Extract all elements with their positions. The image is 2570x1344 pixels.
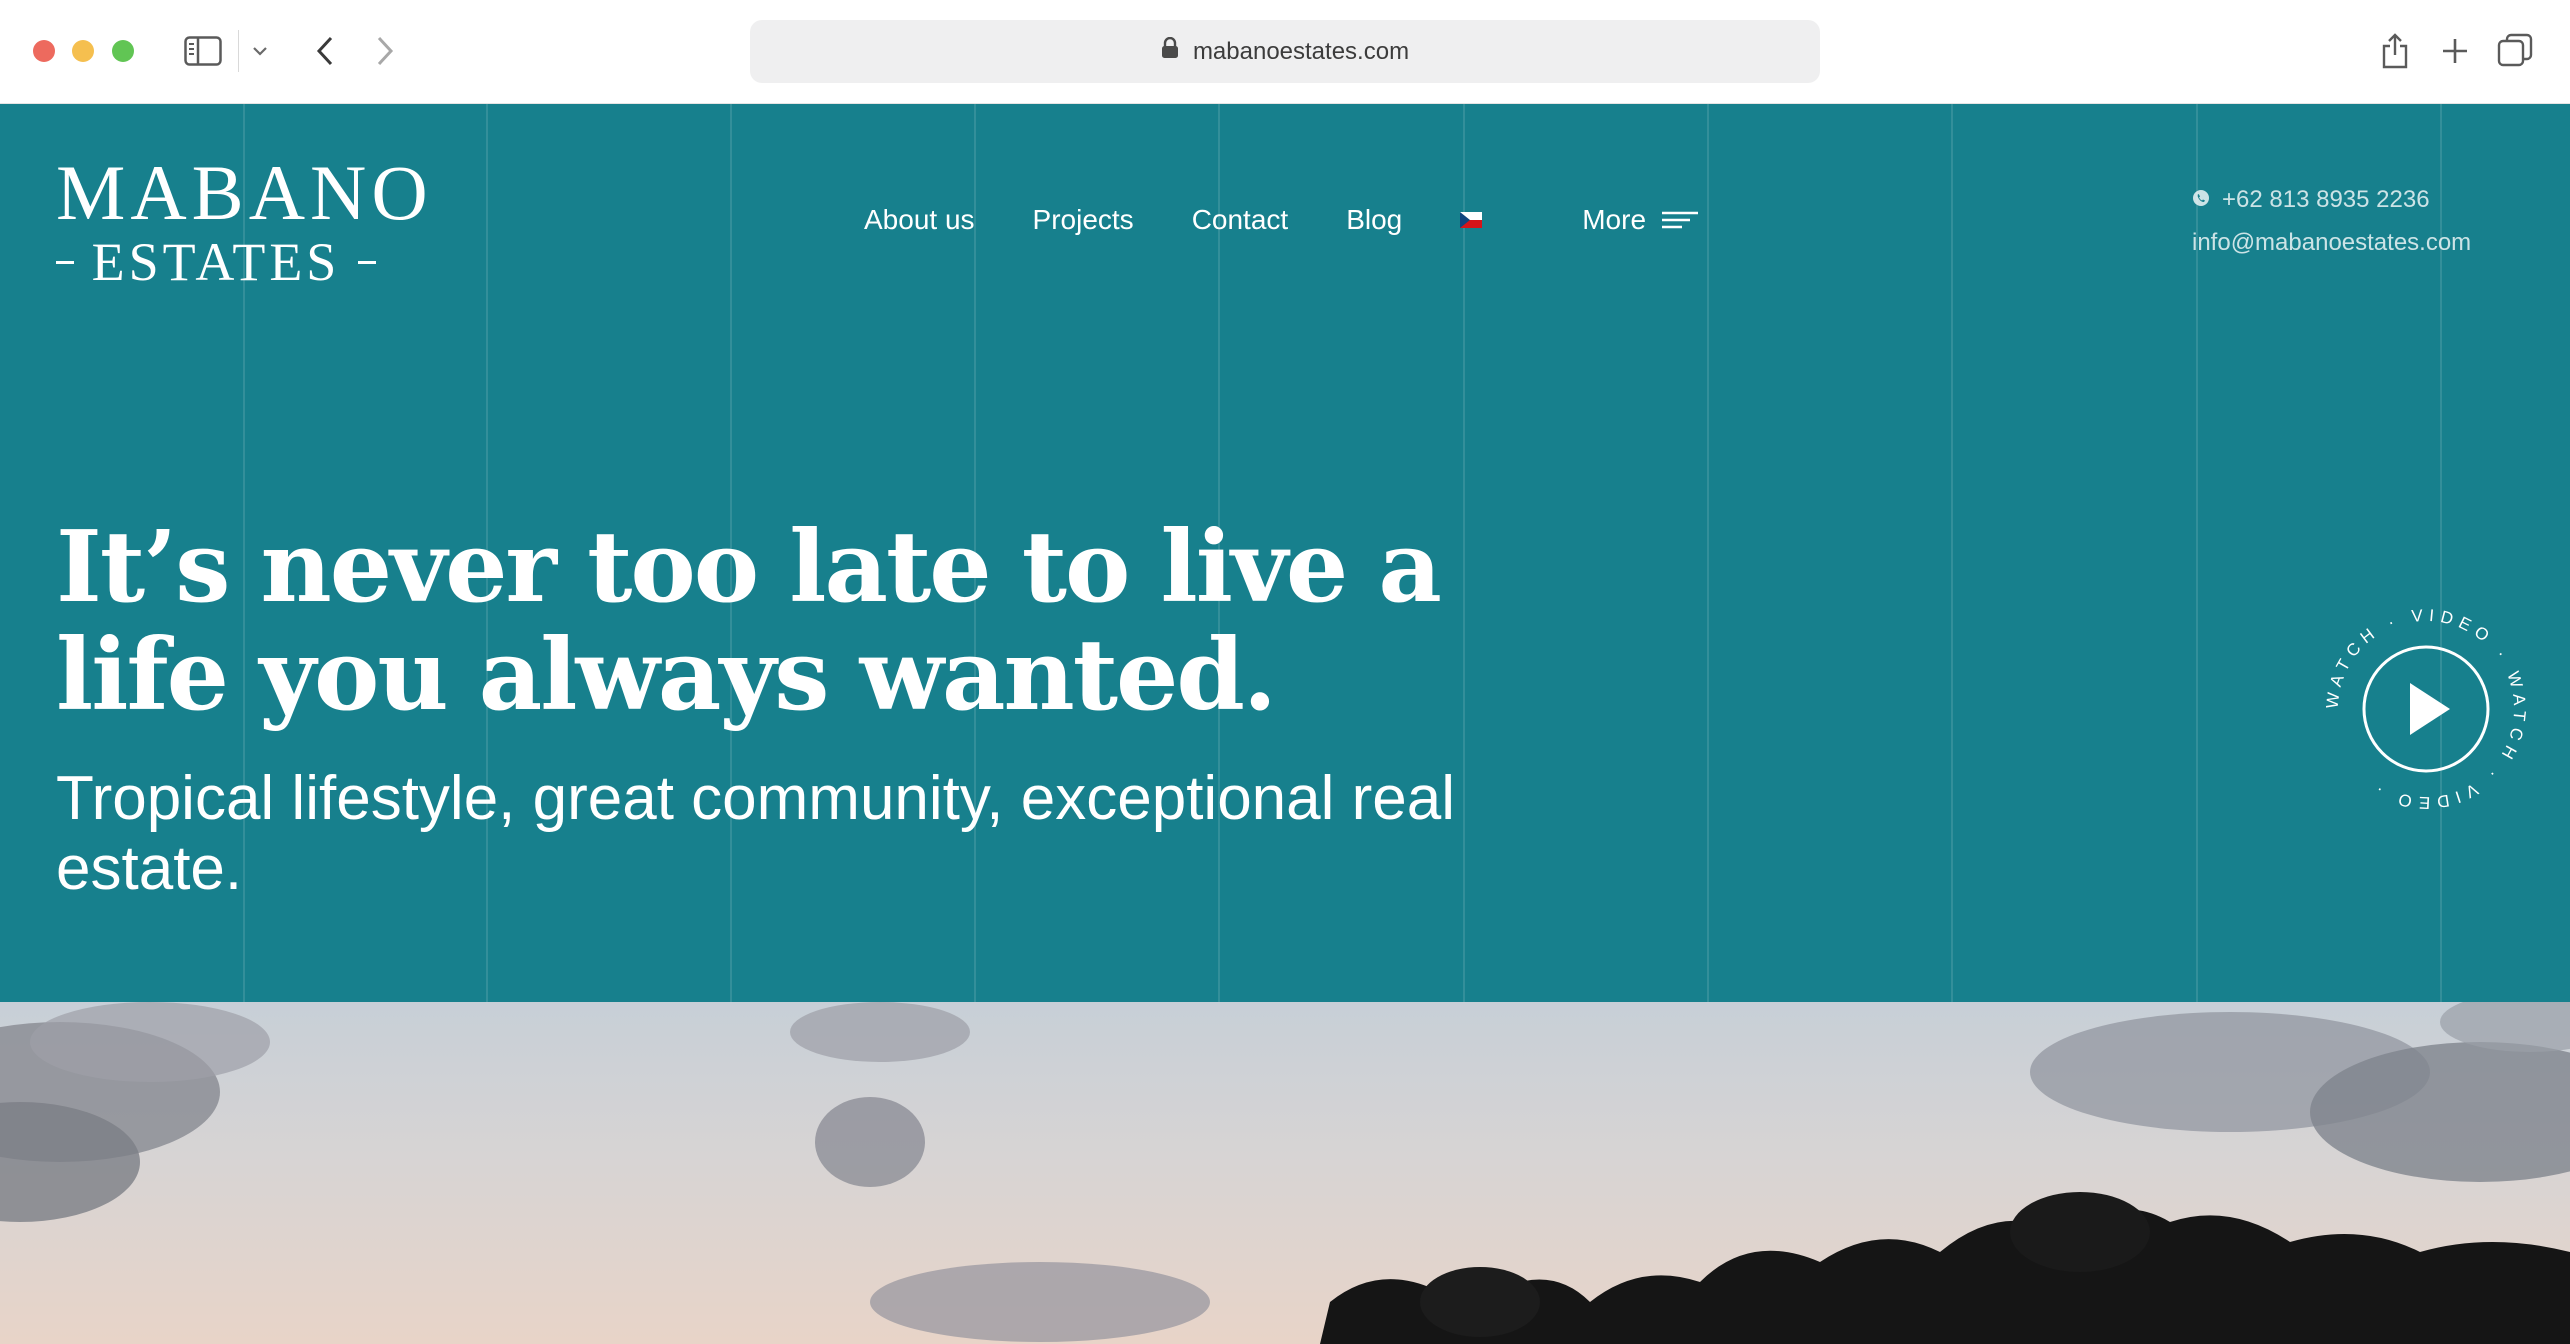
tabs-icon[interactable] xyxy=(2490,26,2540,76)
grid-line xyxy=(1951,104,1953,1002)
share-icon[interactable] xyxy=(2370,26,2420,76)
hero-section: MABANO ESTATES About us Projects Contact… xyxy=(0,104,2570,1002)
logo-top-text: MABANO xyxy=(56,149,433,236)
lock-icon xyxy=(1161,36,1179,66)
more-menu-button[interactable]: More xyxy=(1582,204,1699,236)
plus-icon[interactable] xyxy=(2430,26,2480,76)
nav-item-about-us[interactable]: About us xyxy=(864,204,975,236)
whatsapp-icon xyxy=(2192,178,2210,221)
logo-dash xyxy=(56,260,74,264)
play-icon xyxy=(2410,683,2450,735)
phone-number: +62 813 8935 2236 xyxy=(2222,186,2430,213)
email-link[interactable]: info@mabanoestates.com xyxy=(2192,221,2471,264)
more-label: More xyxy=(1582,204,1647,235)
toolbar-divider xyxy=(238,30,239,72)
hero-headline: It’s never too late to live a life you a… xyxy=(56,510,1442,733)
watch-video-button[interactable]: WATCH · VIDEO · WATCH · VIDEO · xyxy=(2322,606,2526,813)
nav-item-projects[interactable]: Projects xyxy=(1033,204,1134,236)
site-logo[interactable]: MABANO ESTATES xyxy=(56,149,433,290)
grid-line xyxy=(1707,104,1709,1002)
back-arrow-icon[interactable] xyxy=(305,26,345,76)
browser-toolbar: mabanoestates.com xyxy=(0,0,2570,104)
forward-arrow-icon[interactable] xyxy=(365,26,405,76)
close-window-button[interactable] xyxy=(33,40,55,62)
hero-landscape-image xyxy=(0,1002,2570,1344)
address-bar[interactable]: mabanoestates.com xyxy=(750,20,1820,83)
nav-item-blog[interactable]: Blog xyxy=(1346,204,1402,236)
hero-subheadline: Tropical lifestyle, great community, exc… xyxy=(56,764,1456,903)
logo-dash xyxy=(358,260,376,264)
main-nav: About us Projects Contact Blog More xyxy=(864,200,1699,240)
logo-bottom-text: ESTATES xyxy=(91,232,341,292)
chevron-down-icon[interactable] xyxy=(245,26,275,76)
phone-row[interactable]: +62 813 8935 2236 xyxy=(2192,178,2471,221)
czech-flag-icon[interactable] xyxy=(1460,212,1483,228)
logo-bottom-row: ESTATES xyxy=(56,234,376,290)
zoom-window-button[interactable] xyxy=(112,40,134,62)
contact-info: +62 813 8935 2236 info@mabanoestates.com xyxy=(2192,178,2471,264)
nav-item-contact[interactable]: Contact xyxy=(1192,204,1289,236)
sidebar-icon[interactable] xyxy=(180,26,226,76)
url-text: mabanoestates.com xyxy=(1192,37,1410,65)
menu-lines-icon xyxy=(1662,204,1699,236)
minimize-window-button[interactable] xyxy=(72,40,94,62)
